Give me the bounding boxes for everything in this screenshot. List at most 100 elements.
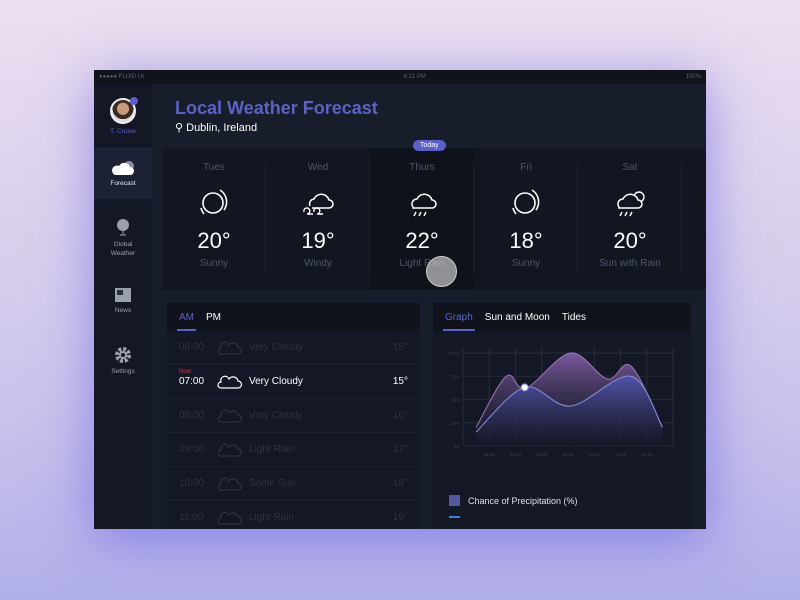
sidebar-item-news[interactable]: News: [94, 287, 152, 315]
x-tick-label: 14:00: [641, 452, 653, 457]
hourly-row[interactable]: Now 07:00 Very Cloudy 15°: [167, 365, 420, 399]
hour-temp: 15°: [392, 342, 408, 353]
day-name: Tues: [203, 162, 225, 173]
x-tick-label: 08:00: [562, 452, 574, 457]
sidebar-item-settings[interactable]: Settings: [94, 346, 152, 376]
cloud-icon: [217, 476, 249, 492]
globe-icon: [117, 219, 129, 236]
cloud-icon: [217, 340, 249, 356]
hourly-row[interactable]: 06:00 Very Cloudy 15°: [167, 331, 420, 365]
hourly-panel: AM PM 06:00 Very Cloudy 15° Now 07:00 Very Cl…: [167, 303, 420, 529]
page-title: Local Weather Forecast: [175, 98, 378, 118]
x-tick-label: 10:00: [589, 452, 601, 457]
day-name: Fri: [520, 162, 532, 173]
precipitation-chart: 0% 25% 50% 75% 100% 02:00 04:00 06:00 08:00 10:00…: [448, 348, 674, 457]
y-tick-label: 75%: [451, 374, 460, 379]
sidebar-item-label: Settings: [111, 368, 135, 375]
hour-time: 08:00: [179, 410, 205, 421]
legend-label: Chance of Precipitation (%): [468, 495, 578, 506]
sunrain-icon: [612, 186, 648, 220]
day-condition: Light Rain: [399, 258, 445, 269]
y-tick-label: 50%: [451, 398, 460, 403]
hour-condition: Very Cloudy: [249, 410, 303, 421]
y-tick-label: 25%: [451, 421, 460, 426]
day-name: Sat: [622, 162, 638, 173]
cloud-icon: [217, 408, 249, 424]
hourly-row[interactable]: 11:00 Light Rain 19°: [167, 501, 420, 529]
day-card-sat[interactable]: Sat 20° Sun with Rain: [578, 148, 682, 290]
y-tick-label: 0%: [453, 444, 460, 449]
legend-line: [449, 516, 460, 518]
hour-temp: 19°: [392, 512, 408, 523]
avatar: [110, 97, 138, 124]
cloud-icon: [217, 374, 249, 390]
battery: 100%: [685, 74, 701, 80]
gear-icon: [115, 347, 131, 363]
hour-condition: Very Cloudy: [249, 342, 303, 353]
hour-time: 07:00: [179, 376, 205, 387]
tab-pm[interactable]: PM: [206, 306, 221, 329]
day-temp: 19°: [301, 228, 335, 253]
highlight-point: [520, 383, 529, 392]
status-bar: ●●●●● FLUID UI 4:21 PM 100%: [94, 70, 706, 84]
sun-icon: [508, 186, 544, 220]
tab-am[interactable]: AM: [177, 306, 196, 331]
hour-time: 11:00: [179, 512, 204, 523]
day-temp: 18°: [509, 228, 543, 253]
hour-time: 06:00: [179, 342, 205, 353]
hourly-row[interactable]: 08:00 Very Cloudy 16°: [167, 399, 420, 433]
hourly-row[interactable]: 09:00 Light Rain 17°: [167, 433, 420, 467]
cloud-icon: [112, 161, 134, 175]
hour-condition: Very Cloudy: [249, 376, 303, 387]
x-tick-label: 04:00: [510, 452, 522, 457]
rain-icon: [404, 186, 440, 220]
hour-time: 09:00: [179, 444, 205, 455]
hour-temp: 15°: [392, 376, 408, 387]
sun-icon: [196, 186, 232, 220]
day-name: Thurs: [409, 162, 435, 173]
sidebar-item-global-weather[interactable]: Global Weather: [94, 217, 152, 258]
day-temp: 20°: [197, 228, 231, 253]
hour-temp: 17°: [392, 444, 408, 455]
day-condition: Windy: [304, 258, 332, 269]
y-tick-label: 100%: [448, 351, 460, 356]
pin-icon: ⚲: [175, 122, 184, 134]
location-text: Dublin, Ireland: [186, 122, 258, 134]
tab-graph[interactable]: Graph: [443, 306, 475, 331]
hour-temp: 16°: [392, 410, 408, 421]
hour-condition: Light Rain: [249, 444, 295, 455]
day-temp: 20°: [613, 228, 647, 253]
day-card-wed[interactable]: Wed 19° Windy: [266, 148, 370, 290]
day-name: Wed: [307, 162, 329, 173]
day-card-tues[interactable]: Tues 20° Sunny: [162, 148, 266, 290]
cloud-icon: [217, 442, 249, 458]
user-profile[interactable]: T. Cruise: [94, 97, 152, 136]
sidebar-item-forecast[interactable]: Forecast: [94, 147, 152, 199]
sidebar-item-label: News: [114, 307, 132, 314]
hour-condition: Light Rain: [249, 512, 295, 523]
carrier: ●●●●● FLUID UI: [99, 74, 144, 80]
tab-tides[interactable]: Tides: [562, 306, 586, 329]
x-tick-label: 02:00: [484, 452, 496, 457]
clock: 4:21 PM: [403, 74, 426, 80]
graph-panel: Graph Sun and Moon Tides 0% 25% 50% 75% 100%…: [433, 303, 691, 529]
sidebar-item-label: Forecast: [110, 180, 136, 187]
location: ⚲ Dublin, Ireland: [175, 121, 257, 134]
chart-legend: Chance of Precipitation (%): [449, 495, 578, 506]
today-badge: Today: [413, 140, 446, 151]
hourly-row[interactable]: 10:00 Some Sun 18°: [167, 467, 420, 501]
cloud-icon: [217, 510, 249, 526]
user-name: T. Cruise: [110, 128, 136, 135]
x-tick-label: 06:00: [536, 452, 548, 457]
x-tick-label: 12:00: [615, 452, 627, 457]
day-card-thurs[interactable]: Thurs 22° Light Rain: [370, 148, 474, 290]
hour-time: 10:00: [179, 478, 205, 489]
day-temp: 22°: [405, 228, 439, 253]
wind-icon: [300, 186, 336, 220]
day-condition: Sunny: [511, 258, 541, 269]
day-card-fri[interactable]: Fri 18° Sunny: [474, 148, 578, 290]
tab-sun-and-moon[interactable]: Sun and Moon: [485, 306, 550, 329]
hour-temp: 18°: [392, 478, 408, 489]
touch-indicator: [426, 256, 457, 287]
newspaper-icon: [115, 288, 131, 302]
